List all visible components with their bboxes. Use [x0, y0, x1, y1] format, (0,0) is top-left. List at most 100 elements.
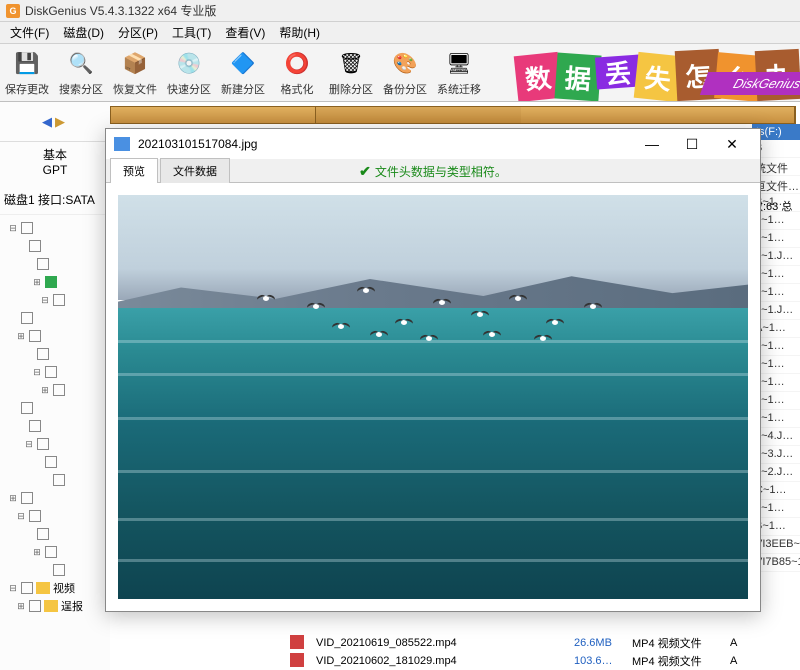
tree-row[interactable]: ⊞: [2, 381, 108, 399]
tree-row[interactable]: ⊞: [2, 489, 108, 507]
checkbox-icon[interactable]: [45, 366, 57, 378]
tree-row[interactable]: ⊟: [2, 219, 108, 237]
bird-icon: [307, 300, 325, 312]
checkbox-icon[interactable]: [45, 456, 57, 468]
bird-icon: [546, 316, 564, 328]
disk-type-info: 基本 GPT: [0, 142, 110, 185]
checkbox-icon[interactable]: [45, 546, 57, 558]
checkbox-icon[interactable]: [37, 258, 49, 270]
bird-icon: [357, 284, 375, 296]
tree-row[interactable]: ⊞: [2, 327, 108, 345]
menu-item[interactable]: 工具(T): [166, 22, 217, 43]
checkbox-icon[interactable]: [21, 312, 33, 324]
checkbox-icon[interactable]: [53, 384, 65, 396]
checkbox-icon[interactable]: [37, 438, 49, 450]
tree-row[interactable]: [2, 417, 108, 435]
checkbox-icon[interactable]: [37, 348, 49, 360]
nav-arrows[interactable]: ◀▶: [0, 102, 110, 142]
toolbar-button[interactable]: 💾保存更改: [0, 45, 54, 101]
toolbar-button[interactable]: 🔍搜索分区: [54, 45, 108, 101]
toolbar-button[interactable]: 📦恢复文件: [108, 45, 162, 101]
image-file-icon: [114, 137, 130, 151]
toolbar-icon: 💾: [12, 49, 42, 79]
tree-row[interactable]: ⊟: [2, 363, 108, 381]
expand-icon[interactable]: ⊞: [16, 331, 26, 342]
tree-row[interactable]: [2, 309, 108, 327]
expand-icon[interactable]: ⊟: [24, 439, 34, 450]
toolbar-button[interactable]: 💿快速分区: [162, 45, 216, 101]
menu-item[interactable]: 分区(P): [112, 22, 164, 43]
menu-item[interactable]: 帮助(H): [273, 22, 326, 43]
expand-icon[interactable]: ⊟: [8, 223, 18, 234]
menu-item[interactable]: 文件(F): [4, 22, 55, 43]
bird-icon: [534, 332, 552, 344]
toolbar-icon: 📦: [120, 49, 150, 79]
tab-file-data[interactable]: 文件数据: [160, 158, 230, 183]
expand-icon[interactable]: ⊞: [32, 277, 42, 288]
toolbar-button[interactable]: 🎨备份分区: [378, 45, 432, 101]
file-row[interactable]: VID_20210602_181029.mp4103.6…MP4 视频文件A: [290, 652, 750, 670]
minimize-button[interactable]: —: [632, 131, 672, 157]
tree-row[interactable]: [2, 561, 108, 579]
checkbox-icon[interactable]: [21, 582, 33, 594]
checkbox-icon[interactable]: [45, 276, 57, 288]
tree-row[interactable]: [2, 345, 108, 363]
tree-row[interactable]: ⊞: [2, 543, 108, 561]
tree-row[interactable]: ⊟: [2, 435, 108, 453]
disk-label: 磁盘1 接口:SATA: [0, 185, 110, 215]
expand-icon[interactable]: ⊟: [40, 295, 50, 306]
toolbar-button[interactable]: 🔷新建分区: [216, 45, 270, 101]
bird-icon: [332, 320, 350, 332]
toolbar-icon: 🗑: [336, 49, 366, 79]
disk-map-bar[interactable]: [110, 106, 796, 124]
expand-icon[interactable]: ⊟: [8, 583, 18, 594]
menu-item[interactable]: 磁盘(D): [57, 22, 110, 43]
tree-row[interactable]: [2, 525, 108, 543]
checkbox-icon[interactable]: [21, 222, 33, 234]
tree-row[interactable]: ⊞: [2, 273, 108, 291]
expand-icon[interactable]: ⊟: [16, 511, 26, 522]
checkbox-icon[interactable]: [29, 600, 41, 612]
tree-row[interactable]: ⊟: [2, 291, 108, 309]
title-bar: G DiskGenius V5.4.3.1322 x64 专业版: [0, 0, 800, 22]
tree-row[interactable]: [2, 453, 108, 471]
checkbox-icon[interactable]: [21, 402, 33, 414]
close-button[interactable]: ✕: [712, 131, 752, 157]
bird-icon: [483, 328, 501, 340]
expand-icon[interactable]: ⊞: [40, 385, 50, 396]
expand-icon[interactable]: ⊞: [16, 601, 26, 612]
toolbar-button[interactable]: 🖥系统迁移: [432, 45, 486, 101]
toolbar-button[interactable]: 🗑删除分区: [324, 45, 378, 101]
expand-icon[interactable]: ⊞: [8, 493, 18, 504]
toolbar-button[interactable]: ⭕格式化: [270, 45, 324, 101]
checkbox-icon[interactable]: [29, 240, 41, 252]
tree-row[interactable]: [2, 399, 108, 417]
checkbox-icon[interactable]: [53, 294, 65, 306]
left-panel: ◀▶ 基本 GPT 磁盘1 接口:SATA ⊟ ⊞ ⊟ ⊞ ⊟ ⊞ ⊟ ⊞ ⊟ ⊞ ⊟视频⊞逞报: [0, 102, 110, 670]
checkbox-icon[interactable]: [29, 510, 41, 522]
dialog-titlebar[interactable]: 202103101517084.jpg — ☐ ✕: [106, 129, 760, 159]
expand-icon[interactable]: ⊞: [32, 547, 42, 558]
checkbox-icon[interactable]: [21, 492, 33, 504]
toolbar-icon: 🖥: [444, 49, 474, 79]
directory-tree[interactable]: ⊟ ⊞ ⊟ ⊞ ⊟ ⊞ ⊟ ⊞ ⊟ ⊞ ⊟视频⊞逞报: [0, 215, 110, 619]
expand-icon[interactable]: ⊟: [32, 367, 42, 378]
maximize-button[interactable]: ☐: [672, 131, 712, 157]
checkbox-icon[interactable]: [37, 528, 49, 540]
checkbox-icon[interactable]: [53, 474, 65, 486]
bird-icon: [584, 300, 602, 312]
checkbox-icon[interactable]: [29, 420, 41, 432]
file-row[interactable]: VID_20210619_085522.mp426.6MBMP4 视频文件A: [290, 634, 750, 652]
app-title: DiskGenius V5.4.3.1322 x64 专业版: [25, 2, 216, 19]
tab-preview[interactable]: 预览: [110, 158, 158, 183]
tree-row[interactable]: ⊞逞报: [2, 597, 108, 615]
tree-row[interactable]: [2, 255, 108, 273]
checkbox-icon[interactable]: [29, 330, 41, 342]
folder-icon: [44, 600, 58, 612]
tree-row[interactable]: ⊟视频: [2, 579, 108, 597]
checkbox-icon[interactable]: [53, 564, 65, 576]
tree-row[interactable]: [2, 237, 108, 255]
menu-item[interactable]: 查看(V): [219, 22, 271, 43]
tree-row[interactable]: ⊟: [2, 507, 108, 525]
tree-row[interactable]: [2, 471, 108, 489]
